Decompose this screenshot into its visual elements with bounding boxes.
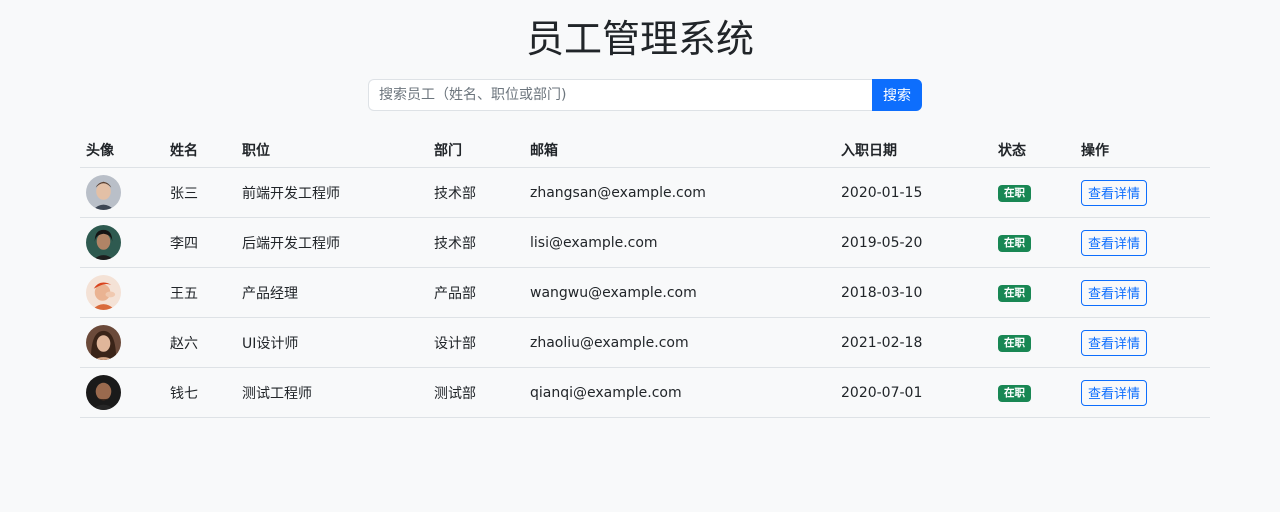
employee-email: qianqi@example.com (524, 367, 835, 418)
actions-cell: 查看详情 (1075, 217, 1210, 268)
view-details-button[interactable]: 查看详情 (1081, 379, 1148, 406)
table-row: 赵六 UI设计师 设计部 zhaoliu@example.com 2021-02… (80, 317, 1210, 368)
employee-position: 测试工程师 (236, 367, 428, 418)
employee-department: 技术部 (428, 167, 524, 218)
table-row: 王五 产品经理 产品部 wangwu@example.com 2018-03-1… (80, 267, 1210, 318)
status-badge: 在职 (998, 234, 1031, 252)
status-cell: 在职 (992, 167, 1075, 218)
employee-position: 前端开发工程师 (236, 167, 428, 218)
view-details-button[interactable]: 查看详情 (1081, 229, 1148, 256)
view-details-button[interactable]: 查看详情 (1081, 179, 1148, 206)
employee-position: UI设计师 (236, 317, 428, 368)
employee-department: 产品部 (428, 267, 524, 318)
status-cell: 在职 (992, 267, 1075, 318)
actions-cell: 查看详情 (1075, 167, 1210, 218)
employee-email: lisi@example.com (524, 217, 835, 268)
employee-join-date: 2019-05-20 (835, 217, 992, 268)
status-cell: 在职 (992, 367, 1075, 418)
header-department: 部门 (428, 133, 524, 168)
header-name: 姓名 (164, 133, 236, 168)
header-join-date: 入职日期 (835, 133, 992, 168)
employee-name: 王五 (164, 267, 236, 318)
avatar-cell (80, 267, 164, 318)
status-badge: 在职 (998, 284, 1031, 302)
page-title: 员工管理系统 (525, 17, 754, 61)
header-position: 职位 (236, 133, 428, 168)
table-row: 李四 后端开发工程师 技术部 lisi@example.com 2019-05-… (80, 217, 1210, 268)
avatar-cell (80, 367, 164, 418)
avatar-cell (80, 167, 164, 218)
employee-department: 技术部 (428, 217, 524, 268)
employee-name: 张三 (164, 167, 236, 218)
employee-email: zhangsan@example.com (524, 167, 835, 218)
avatar-icon (86, 375, 121, 410)
view-details-button[interactable]: 查看详情 (1081, 279, 1148, 306)
table-row: 钱七 测试工程师 测试部 qianqi@example.com 2020-07-… (80, 367, 1210, 418)
employee-join-date: 2021-02-18 (835, 317, 992, 368)
avatar-icon (86, 325, 121, 360)
employee-name: 赵六 (164, 317, 236, 368)
status-cell: 在职 (992, 217, 1075, 268)
table-header-row: 头像 姓名 职位 部门 邮箱 入职日期 状态 操作 (80, 133, 1210, 168)
avatar-cell (80, 317, 164, 368)
employee-join-date: 2020-07-01 (835, 367, 992, 418)
employee-department: 测试部 (428, 367, 524, 418)
header-email: 邮箱 (524, 133, 835, 168)
employee-email: zhaoliu@example.com (524, 317, 835, 368)
status-badge: 在职 (998, 184, 1031, 202)
search-button[interactable]: 搜索 (872, 79, 922, 111)
header-actions: 操作 (1075, 133, 1210, 168)
avatar-cell (80, 217, 164, 268)
status-cell: 在职 (992, 317, 1075, 368)
view-details-button[interactable]: 查看详情 (1081, 329, 1148, 356)
status-badge: 在职 (998, 334, 1031, 352)
actions-cell: 查看详情 (1075, 267, 1210, 318)
employee-table: 头像 姓名 职位 部门 邮箱 入职日期 状态 操作 张三 前端开发工程师 技术部 (80, 133, 1210, 418)
avatar-icon (86, 175, 121, 210)
employee-email: wangwu@example.com (524, 267, 835, 318)
actions-cell: 查看详情 (1075, 317, 1210, 368)
employee-name: 李四 (164, 217, 236, 268)
header-status: 状态 (992, 133, 1075, 168)
employee-join-date: 2018-03-10 (835, 267, 992, 318)
employee-name: 钱七 (164, 367, 236, 418)
actions-cell: 查看详情 (1075, 367, 1210, 418)
search-input[interactable] (368, 79, 872, 111)
avatar-icon (86, 275, 121, 310)
avatar-icon (86, 225, 121, 260)
table-row: 张三 前端开发工程师 技术部 zhangsan@example.com 2020… (80, 167, 1210, 218)
employee-join-date: 2020-01-15 (835, 167, 992, 218)
employee-position: 后端开发工程师 (236, 217, 428, 268)
status-badge: 在职 (998, 384, 1031, 402)
header-avatar: 头像 (80, 133, 164, 168)
employee-department: 设计部 (428, 317, 524, 368)
search-bar: 搜索 (368, 79, 922, 111)
employee-position: 产品经理 (236, 267, 428, 318)
